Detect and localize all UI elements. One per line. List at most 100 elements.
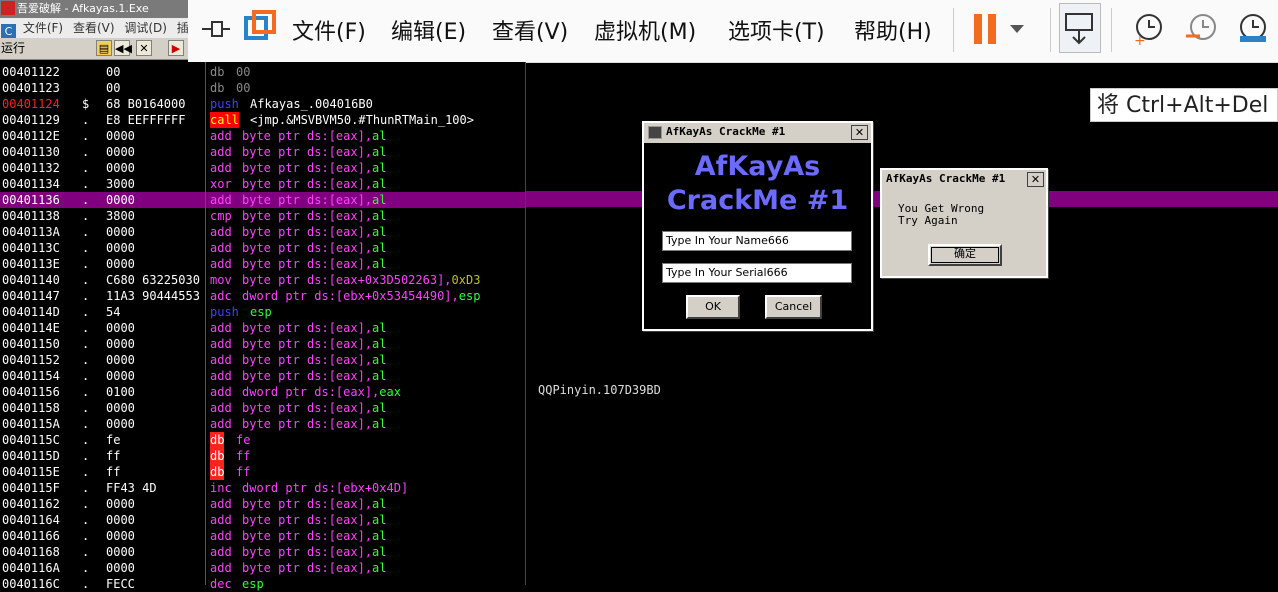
msgbox-title-bar[interactable]: AfKayAs CrackMe #1 ✕: [882, 170, 1046, 188]
operands: byte ptr ds:[eax],al: [242, 401, 387, 415]
pin-icon[interactable]: [202, 18, 232, 40]
olly-menu-debug[interactable]: 调试(D): [124, 21, 167, 35]
hex-dump: 0000: [106, 225, 135, 239]
disasm-row[interactable]: 0040112E. 0000 add byte ptr ds:[eax],al: [0, 128, 525, 144]
disasm-row[interactable]: 0040116C. FECC dec esp: [0, 576, 525, 592]
disasm-row[interactable]: 00401156. 0100 add dword ptr ds:[eax],eax: [0, 384, 525, 400]
disasm-row[interactable]: 00401123 00 db 00: [0, 80, 525, 96]
address: 00401124: [2, 97, 60, 111]
close-button[interactable]: ✕: [1027, 172, 1044, 187]
disasm-row[interactable]: 00401166. 0000 add byte ptr ds:[eax],al: [0, 528, 525, 544]
operands: byte ptr ds:[eax],al: [242, 353, 387, 367]
close-button[interactable]: ✕: [851, 125, 868, 140]
address: 0040116A: [2, 561, 60, 575]
marker: .: [82, 241, 90, 255]
rewind-icon[interactable]: ◀◀: [114, 40, 132, 56]
address: 00401168: [2, 545, 60, 559]
pause-icon[interactable]: [972, 12, 1028, 46]
disasm-row[interactable]: 00401150. 0000 add byte ptr ds:[eax],al: [0, 336, 525, 352]
revert-snapshot-icon[interactable]: [1184, 12, 1218, 46]
window-icon: [648, 126, 662, 139]
name-input[interactable]: Type In Your Name666: [662, 231, 852, 251]
run-icon[interactable]: ▶: [168, 40, 184, 56]
vm-menu-file[interactable]: 文件(F): [292, 14, 366, 46]
disasm-row[interactable]: 00401138. 3800 cmp byte ptr ds:[eax],al: [0, 208, 525, 224]
disasm-row[interactable]: 0040114D. 54 push esp: [0, 304, 525, 320]
snapshot-manager-icon[interactable]: [1236, 12, 1270, 46]
mnemonic: add: [210, 529, 232, 543]
address: 0040115E: [2, 465, 60, 479]
hex-dump: 0000: [106, 529, 135, 543]
operands: byte ptr ds:[eax],al: [242, 321, 387, 335]
disasm-row[interactable]: 0040113A. 0000 add byte ptr ds:[eax],al: [0, 224, 525, 240]
marker: .: [82, 465, 90, 479]
vm-menu-view[interactable]: 查看(V): [492, 14, 568, 46]
disasm-row[interactable]: 00401147. 11A3 90444553 adc dword ptr ds:[e…: [0, 288, 525, 304]
disasm-row[interactable]: 00401129. E8 EEFFFFFF call <jmp.&MSVBVM50.#…: [0, 112, 525, 128]
cancel-button[interactable]: Cancel: [765, 295, 822, 319]
mnemonic: call: [210, 112, 239, 128]
operands: fe: [236, 433, 251, 447]
address: 0040115A: [2, 417, 60, 431]
close-icon[interactable]: ✕: [136, 40, 152, 56]
vm-menu-edit[interactable]: 编辑(E): [391, 14, 466, 46]
olly-menu-view[interactable]: 查看(V): [73, 21, 115, 35]
disasm-row[interactable]: 00401136. 0000 add byte ptr ds:[eax],al: [0, 192, 525, 208]
operands: byte ptr ds:[eax],al: [242, 209, 387, 223]
disasm-row[interactable]: 00401154. 0000 add byte ptr ds:[eax],al: [0, 368, 525, 384]
disasm-row[interactable]: 0040115D. ff db ff: [0, 448, 525, 464]
snapshot-icon[interactable]: +: [1132, 12, 1166, 46]
hex-dump: 0000: [106, 417, 135, 431]
olly-menu-plugin[interactable]: 插: [177, 21, 188, 35]
disasm-row[interactable]: 0040114E. 0000 add byte ptr ds:[eax],al: [0, 320, 525, 336]
ok-button[interactable]: OK: [686, 295, 740, 319]
marker: .: [82, 161, 90, 175]
disasm-row[interactable]: 0040116A. 0000 add byte ptr ds:[eax],al: [0, 560, 525, 576]
disasm-row[interactable]: 0040113E. 0000 add byte ptr ds:[eax],al: [0, 256, 525, 272]
open-folder-icon[interactable]: ▤: [96, 40, 112, 56]
serial-input[interactable]: Type In Your Serial666: [662, 263, 852, 283]
mnemonic: add: [210, 497, 232, 511]
c-icon[interactable]: C: [1, 24, 16, 38]
operands: byte ptr ds:[eax],al: [242, 369, 387, 383]
vm-menu-vm[interactable]: 虚拟机(M): [594, 14, 696, 46]
mnemonic: db: [210, 432, 225, 448]
send-ctrl-alt-del-button[interactable]: [1059, 3, 1101, 53]
message-box: AfKayAs CrackMe #1 ✕ You Get Wrong Try A…: [880, 168, 1048, 278]
disasm-row[interactable]: 00401158. 0000 add byte ptr ds:[eax],al: [0, 400, 525, 416]
address: 00401150: [2, 337, 60, 351]
disasm-row[interactable]: 00401152. 0000 add byte ptr ds:[eax],al: [0, 352, 525, 368]
disasm-row[interactable]: 0040115E. ff db ff: [0, 464, 525, 480]
disasm-row[interactable]: 00401162. 0000 add byte ptr ds:[eax],al: [0, 496, 525, 512]
disasm-row[interactable]: 00401140. C680 63225030 mov byte ptr ds:[ea…: [0, 272, 525, 288]
disasm-row[interactable]: 0040115C. fe db fe: [0, 432, 525, 448]
pane-divider: [525, 62, 526, 585]
disasm-row[interactable]: 00401168. 0000 add byte ptr ds:[eax],al: [0, 544, 525, 560]
disasm-row[interactable]: 00401122 00 db 00: [0, 64, 525, 80]
disasm-row[interactable]: 0040113C. 0000 add byte ptr ds:[eax],al: [0, 240, 525, 256]
mnemonic: add: [210, 225, 232, 239]
disasm-row[interactable]: 00401164. 0000 add byte ptr ds:[eax],al: [0, 512, 525, 528]
operands: byte ptr ds:[eax],al: [242, 161, 387, 175]
disasm-row[interactable]: 00401130. 0000 add byte ptr ds:[eax],al: [0, 144, 525, 160]
disasm-row[interactable]: 0040115A. 0000 add byte ptr ds:[eax],al: [0, 416, 525, 432]
register-label: QQPinyin.107D39BD: [538, 383, 661, 397]
disasm-row[interactable]: 0040115F. FF43 4D inc dword ptr ds:[ebx+0x4…: [0, 480, 525, 496]
disasm-row[interactable]: 00401134. 3000 xor byte ptr ds:[eax],al: [0, 176, 525, 192]
disasm-row[interactable]: 00401124 $68 B0164000 push Afkayas_.004016B…: [0, 96, 525, 112]
mnemonic: push: [210, 97, 239, 111]
address: 00401123: [2, 81, 60, 95]
marker: .: [82, 497, 90, 511]
hex-dump: 00: [106, 65, 121, 79]
confirm-button[interactable]: 确定: [928, 244, 1002, 266]
hex-dump: E8 EEFFFFFF: [106, 113, 186, 127]
disassembly-pane[interactable]: 00401122 00 db 00 00401123 00 db 00 00401124 $68 …: [0, 62, 525, 591]
toolbar-divider: [953, 8, 954, 52]
olly-menu-file[interactable]: 文件(F): [23, 21, 63, 35]
disasm-row[interactable]: 00401132. 0000 add byte ptr ds:[eax],al: [0, 160, 525, 176]
mnemonic: add: [210, 417, 232, 431]
hex-dump: 0100: [106, 385, 135, 399]
vm-menu-help[interactable]: 帮助(H): [854, 14, 932, 46]
vm-menu-tabs[interactable]: 选项卡(T): [728, 14, 825, 46]
crackme-title-bar[interactable]: AfKayAs CrackMe #1 ✕: [644, 123, 871, 141]
